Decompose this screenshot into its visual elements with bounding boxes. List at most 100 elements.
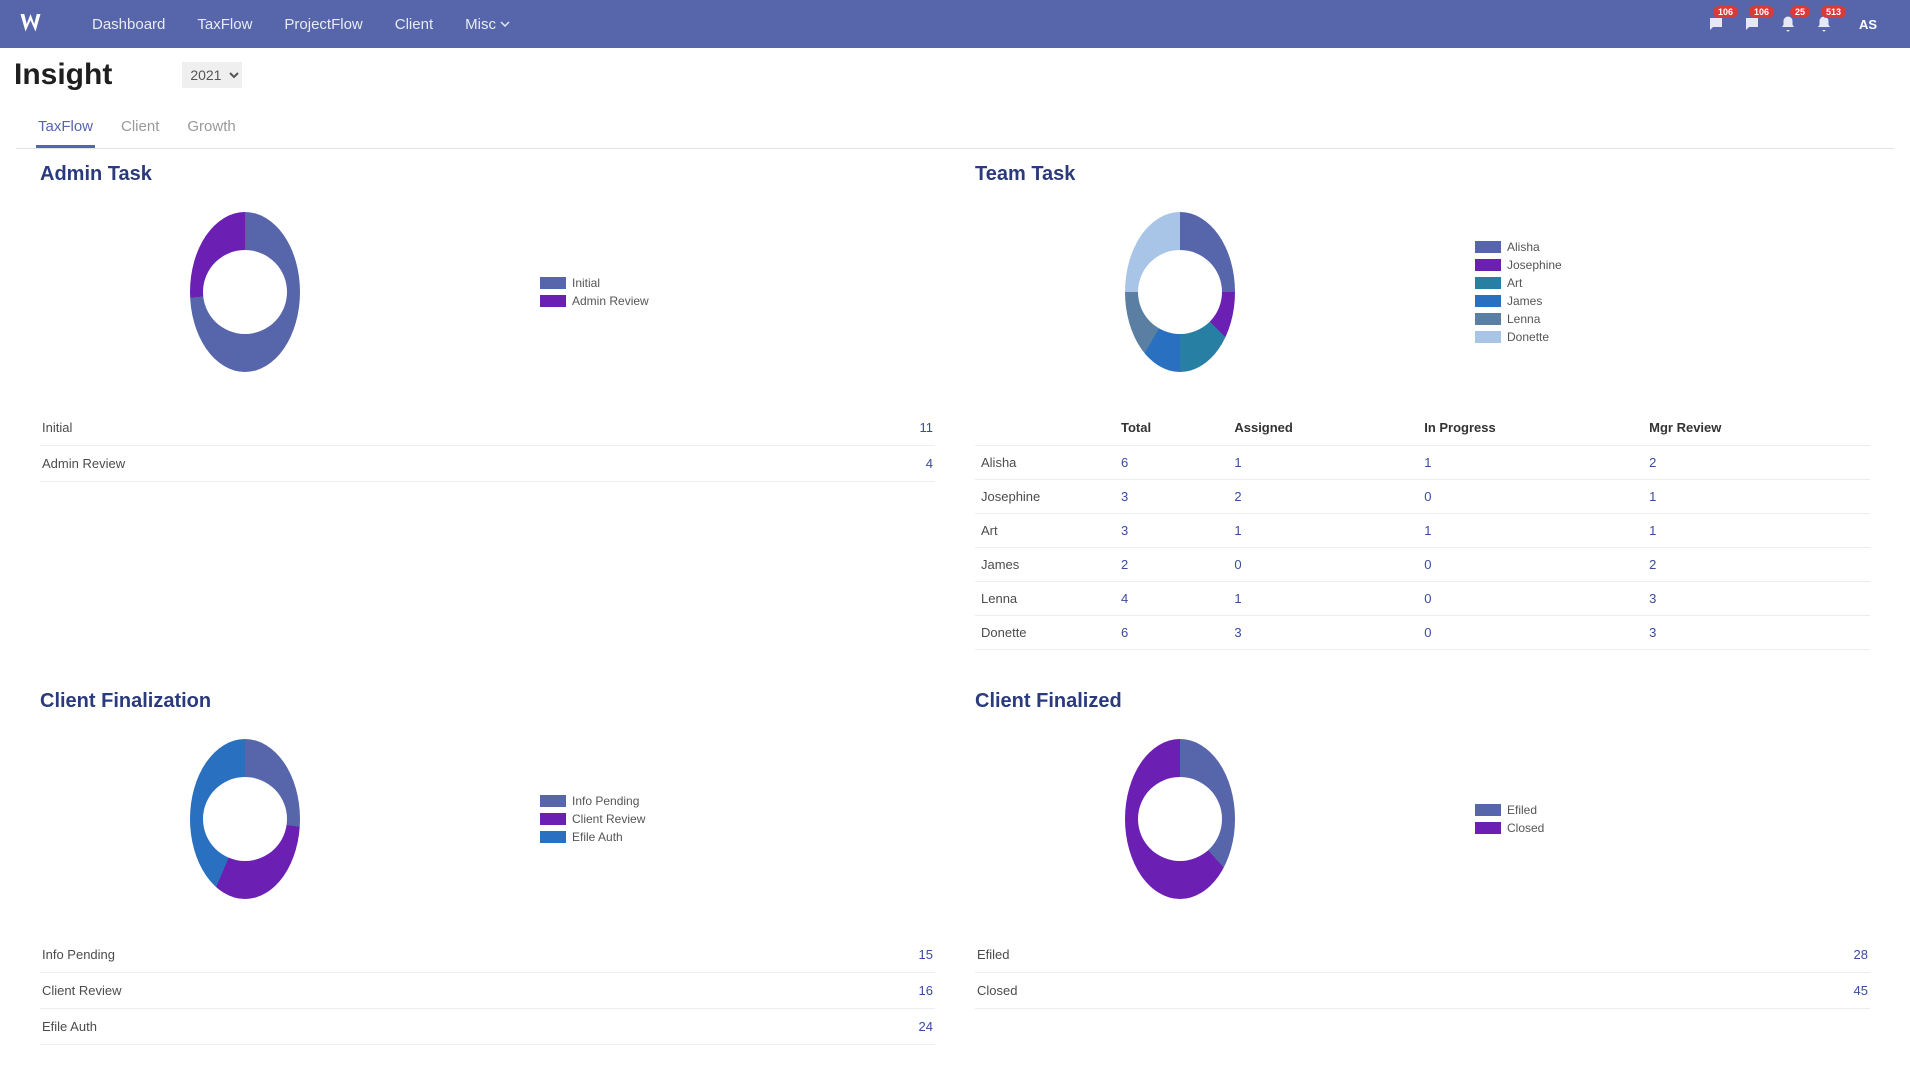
chat-icon-1[interactable]: 106	[1704, 12, 1728, 36]
nav-client[interactable]: Client	[379, 0, 449, 48]
rows-admin-task: Initial 11 Admin Review 4	[40, 410, 935, 482]
bell-icon-2[interactable]: 513	[1812, 12, 1836, 36]
donut-team-task[interactable]	[1125, 212, 1235, 372]
nav-projectflow[interactable]: ProjectFlow	[268, 0, 378, 48]
app-header: Dashboard TaxFlow ProjectFlow Client Mis…	[0, 0, 1910, 48]
legend-item[interactable]: Efile Auth	[540, 830, 645, 844]
legend-item[interactable]: Admin Review	[540, 294, 649, 308]
row-label: Info Pending	[42, 947, 115, 962]
legend-label: Closed	[1507, 821, 1544, 835]
legend-item[interactable]: Initial	[540, 276, 649, 290]
legend-item[interactable]: Info Pending	[540, 794, 645, 808]
table-cell-value: 0	[1418, 548, 1643, 582]
nav-taxflow[interactable]: TaxFlow	[181, 0, 268, 48]
nav-misc[interactable]: Misc	[449, 0, 526, 48]
row-value: 11	[920, 420, 934, 435]
legend-item[interactable]: Closed	[1475, 821, 1544, 835]
card-client-finalized: Client Finalized EfiledClosed Efiled28Cl…	[975, 690, 1870, 1045]
table-cell-value: 2	[1643, 446, 1870, 480]
row-value: 4	[926, 456, 933, 471]
donut-client-finalization[interactable]	[190, 739, 300, 899]
table-row[interactable]: Art3111	[975, 514, 1870, 548]
table-cell-value: 1	[1228, 514, 1418, 548]
user-avatar[interactable]: AS	[1854, 10, 1882, 38]
nav-dashboard[interactable]: Dashboard	[76, 0, 181, 48]
legend-label: Initial	[572, 276, 600, 290]
tab-client[interactable]: Client	[119, 110, 161, 148]
table-header-cell: Total	[1115, 410, 1228, 446]
tab-taxflow[interactable]: TaxFlow	[36, 110, 95, 148]
card-title-team: Team Task	[975, 163, 1870, 186]
legend-swatch	[1475, 822, 1501, 834]
app-logo[interactable]	[18, 9, 48, 39]
row-label: Admin Review	[42, 456, 125, 471]
legend-item[interactable]: Art	[1475, 276, 1562, 290]
table-cell-value: 1	[1418, 514, 1643, 548]
legend-item[interactable]: Lenna	[1475, 312, 1562, 326]
row-value: 24	[919, 1019, 933, 1034]
row-value: 16	[919, 983, 933, 998]
table-cell-value: 0	[1418, 480, 1643, 514]
table-cell-value: 0	[1418, 616, 1643, 650]
bell-icon-1[interactable]: 25	[1776, 12, 1800, 36]
chevron-down-icon	[500, 19, 510, 29]
table-row[interactable]: Lenna4103	[975, 582, 1870, 616]
header-notifications: 106 106 25 513 AS	[1704, 10, 1882, 38]
table-cell-value: 3	[1643, 582, 1870, 616]
legend-client-finalized: Efiled Closed	[1475, 803, 1544, 835]
card-title-finalization: Client Finalization	[40, 690, 935, 713]
rows-client-finalization: Info Pending 15 Client Review16Efile Auth2…	[40, 937, 935, 1045]
legend-label: Josephine	[1507, 258, 1562, 272]
data-row[interactable]: Admin Review 4	[40, 446, 935, 482]
table-cell-value: 2	[1643, 548, 1870, 582]
table-cell-name: Josephine	[975, 480, 1115, 514]
legend-item[interactable]: Josephine	[1475, 258, 1562, 272]
data-row[interactable]: Efiled28	[975, 937, 1870, 973]
donut-client-finalized[interactable]	[1125, 739, 1235, 899]
table-cell-name: Lenna	[975, 582, 1115, 616]
table-row[interactable]: Alisha6112	[975, 446, 1870, 480]
legend-swatch	[1475, 277, 1501, 289]
legend-label: Lenna	[1507, 312, 1540, 326]
insight-tabs: TaxFlow Client Growth	[16, 104, 1894, 149]
tab-growth[interactable]: Growth	[185, 110, 237, 148]
legend-item[interactable]: Efiled	[1475, 803, 1544, 817]
legend-label: Efiled	[1507, 803, 1537, 817]
row-value: 28	[1854, 947, 1868, 962]
legend-label: Info Pending	[572, 794, 639, 808]
data-row[interactable]: Closed45	[975, 973, 1870, 1009]
chat-badge-1: 106	[1713, 6, 1738, 18]
table-cell-value: 1	[1643, 514, 1870, 548]
data-row[interactable]: Client Review16	[40, 973, 935, 1009]
year-select[interactable]: 2021	[182, 62, 242, 88]
row-label: Initial	[42, 420, 72, 435]
table-cell-value: 1	[1228, 582, 1418, 616]
legend-swatch	[540, 795, 566, 807]
data-row[interactable]: Initial 11	[40, 410, 935, 446]
table-cell-value: 1	[1418, 446, 1643, 480]
chat-icon-2[interactable]: 106	[1740, 12, 1764, 36]
legend-client-finalization: Info Pending Client Review Efile Auth	[540, 794, 645, 844]
legend-item[interactable]: Alisha	[1475, 240, 1562, 254]
legend-team-task: Alisha Josephine Art James Lenna Donette	[1475, 240, 1562, 344]
data-row[interactable]: Info Pending 15	[40, 937, 935, 973]
legend-swatch	[1475, 313, 1501, 325]
donut-admin-task[interactable]	[190, 212, 300, 372]
table-cell-name: James	[975, 548, 1115, 582]
table-cell-value: 3	[1228, 616, 1418, 650]
table-header-cell: Mgr Review	[1643, 410, 1870, 446]
legend-item[interactable]: James	[1475, 294, 1562, 308]
table-header-cell: In Progress	[1418, 410, 1643, 446]
legend-item[interactable]: Client Review	[540, 812, 645, 826]
legend-item[interactable]: Donette	[1475, 330, 1562, 344]
row-label: Closed	[977, 983, 1017, 998]
table-row[interactable]: James2002	[975, 548, 1870, 582]
row-value: 15	[919, 947, 933, 962]
dashboard-content: Admin Task InitialAdmin Review Initial11…	[0, 149, 1910, 1075]
table-row[interactable]: Donette6303	[975, 616, 1870, 650]
table-row[interactable]: Josephine3201	[975, 480, 1870, 514]
table-cell-name: Alisha	[975, 446, 1115, 480]
data-row[interactable]: Efile Auth24	[40, 1009, 935, 1045]
table-cell-value: 3	[1643, 616, 1870, 650]
table-header-cell: Assigned	[1228, 410, 1418, 446]
